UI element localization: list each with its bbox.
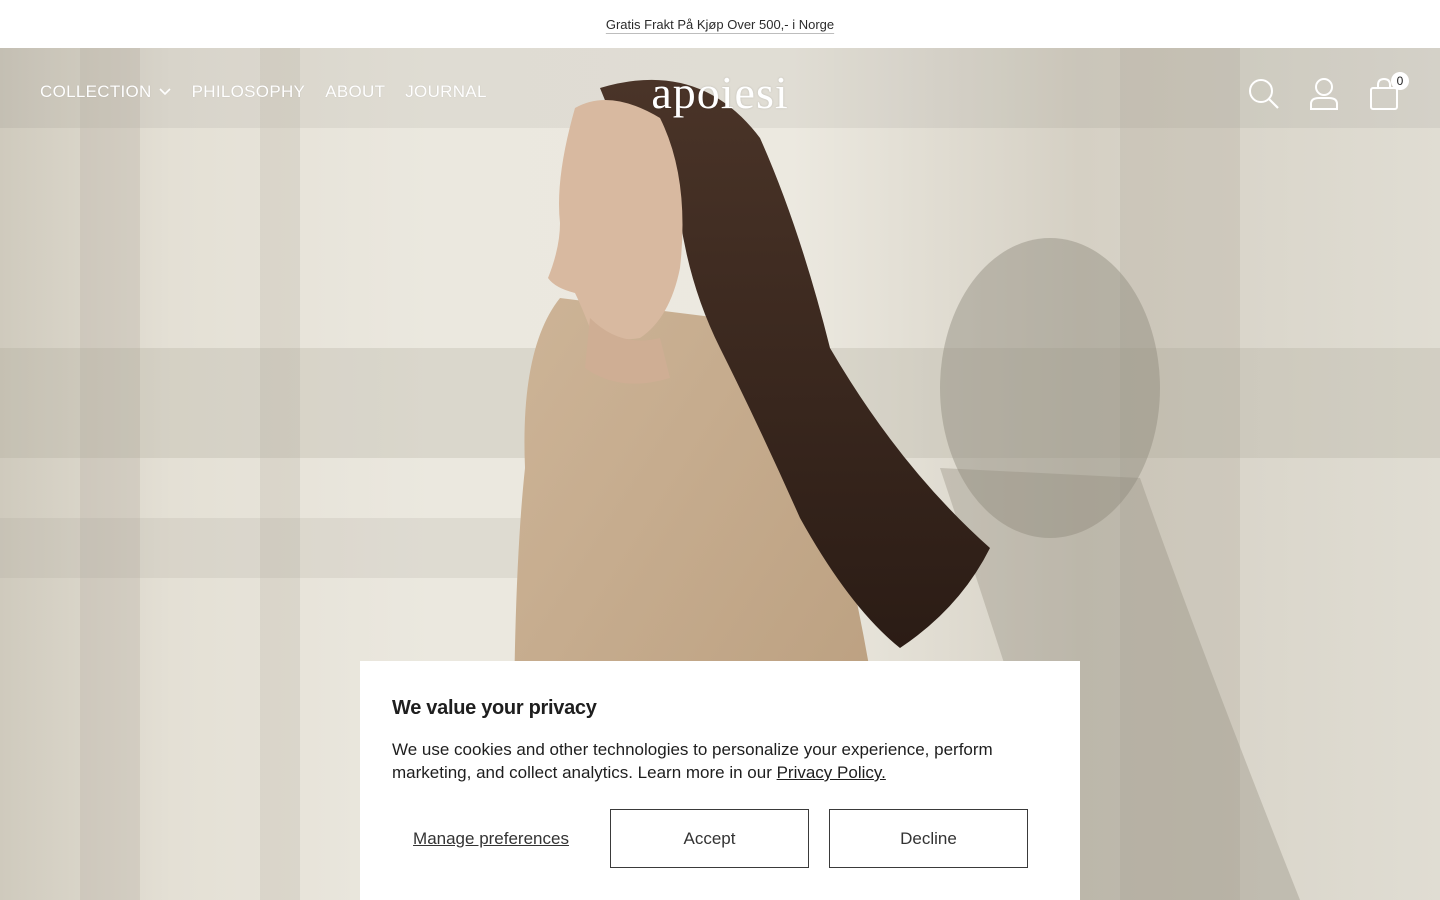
header-icons: 0 [1248,72,1409,116]
account-button[interactable] [1308,77,1340,116]
cookie-actions: Manage preferences Accept Decline [392,809,1048,868]
free-shipping-link[interactable]: Gratis Frakt På Kjøp Over 500,- i Norge [606,17,834,32]
privacy-policy-link[interactable]: Privacy Policy. [777,763,886,782]
accept-button[interactable]: Accept [610,809,809,868]
manage-preferences-button[interactable]: Manage preferences [392,828,590,849]
site-logo[interactable]: apoiesi [0,66,1440,119]
cart-button[interactable]: 0 [1368,72,1409,114]
search-icon [1248,77,1280,116]
cookie-text-body: We use cookies and other technologies to… [392,740,993,782]
account-icon [1309,77,1339,116]
cart-count-badge: 0 [1391,72,1409,90]
announcement-bar: Gratis Frakt På Kjøp Over 500,- i Norge [0,0,1440,48]
cookie-description: We use cookies and other technologies to… [392,738,1032,784]
site-header: COLLECTION PHILOSOPHY ABOUT JOURNAL apoi… [0,48,1440,144]
search-button[interactable] [1248,78,1280,114]
decline-button[interactable]: Decline [829,809,1028,868]
cookie-banner: We value your privacy We use cookies and… [360,661,1080,900]
cookie-title: We value your privacy [392,697,597,719]
